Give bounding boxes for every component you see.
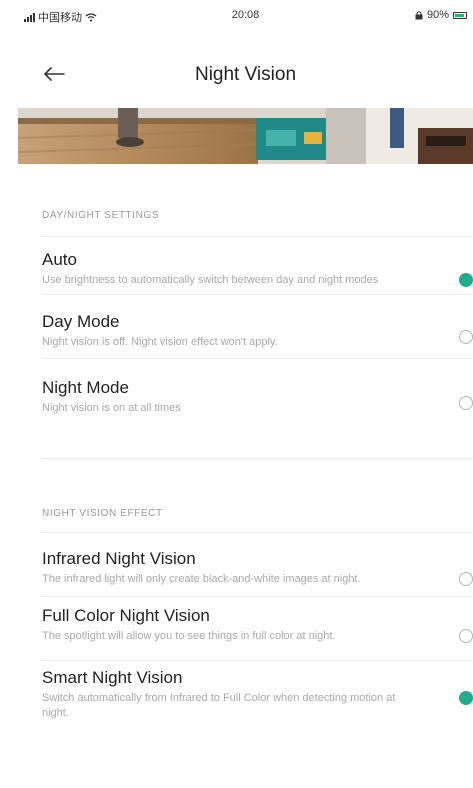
option-description: Night vision is off. Night vision effect…	[42, 336, 278, 348]
radio-selected-icon[interactable]	[459, 691, 473, 705]
option-title: Infrared Night Vision	[42, 549, 196, 568]
radio-unselected-icon[interactable]	[459, 330, 473, 344]
radio-unselected-icon[interactable]	[459, 572, 473, 586]
status-bar: 中国移动 20:08 90%	[18, 0, 473, 30]
divider	[42, 458, 473, 459]
night-vision-screen: 中国移动 20:08 90% Night Vision DAY/NIGHT SE…	[18, 0, 473, 788]
divider	[42, 236, 473, 237]
option-description: Use brightness to automatically switch b…	[42, 274, 379, 286]
option-full-color-night-vision[interactable]: Full Color Night Vision The spotlight wi…	[42, 606, 473, 644]
option-title: Full Color Night Vision	[42, 606, 210, 625]
battery-percent: 90%	[426, 9, 449, 21]
battery-icon	[453, 11, 467, 19]
option-description: The infrared light will only create blac…	[42, 573, 361, 585]
divider	[42, 596, 473, 597]
radio-unselected-icon[interactable]	[459, 629, 473, 643]
divider	[42, 660, 473, 661]
option-description: Night vision is on at all times	[42, 402, 181, 414]
option-description: The spotlight will allow you to see thin…	[42, 630, 336, 642]
divider	[42, 358, 473, 359]
day-night-section-header: DAY/NIGHT SETTINGS	[42, 210, 160, 221]
page-title: Night Vision	[194, 64, 297, 85]
option-description: Switch automatically from Infrared to Fu…	[42, 692, 396, 719]
radio-unselected-icon[interactable]	[459, 396, 473, 410]
nav-bar: Night Vision	[18, 54, 473, 94]
option-infrared-night-vision[interactable]: Infrared Night Vision The infrared light…	[42, 549, 473, 587]
status-right: 90%	[415, 9, 467, 21]
camera-preview-image	[18, 108, 473, 164]
status-time: 20:08	[231, 9, 260, 21]
option-auto[interactable]: Auto Use brightness to automatically swi…	[42, 250, 473, 288]
option-title: Auto	[42, 250, 77, 269]
option-day-mode[interactable]: Day Mode Night vision is off. Night visi…	[42, 312, 473, 350]
option-night-mode[interactable]: Night Mode Night vision is on at all tim…	[42, 378, 473, 416]
radio-selected-icon[interactable]	[459, 273, 473, 287]
lock-rotation-icon	[415, 10, 423, 19]
option-smart-night-vision[interactable]: Smart Night Vision Switch automatically …	[42, 668, 473, 721]
divider	[42, 532, 473, 533]
option-title: Night Mode	[42, 378, 129, 397]
option-title: Smart Night Vision	[42, 668, 183, 687]
option-title: Day Mode	[42, 312, 120, 331]
divider	[42, 294, 473, 295]
night-vision-effect-section-header: NIGHT VISION EFFECT	[42, 508, 163, 519]
